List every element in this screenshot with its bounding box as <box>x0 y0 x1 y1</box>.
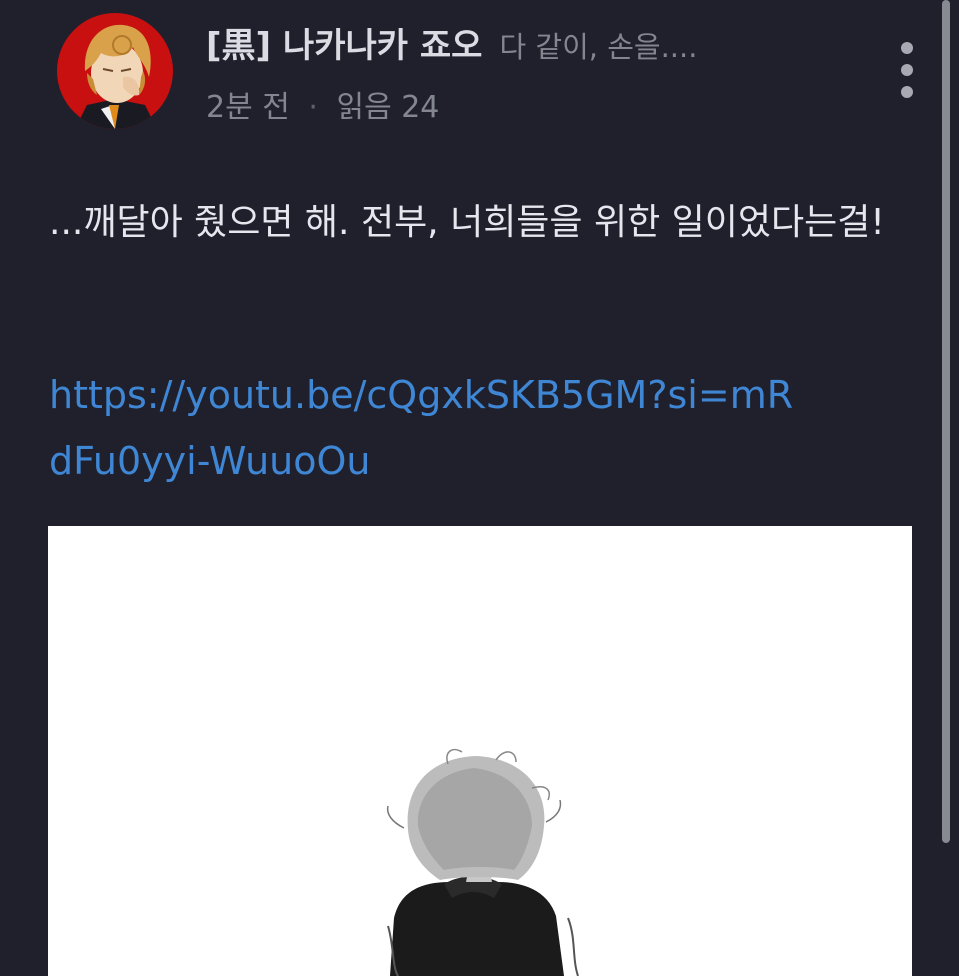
avatar[interactable] <box>57 13 173 129</box>
meta-separator: · <box>308 90 318 125</box>
more-vertical-icon[interactable] <box>892 42 922 98</box>
post-link[interactable]: https://youtu.be/cQgxkSKB5GM?si=mRdFu0yy… <box>49 362 809 494</box>
read-count: 읽음 24 <box>336 90 440 125</box>
post-time: 2분 전 <box>206 90 290 125</box>
post-image[interactable] <box>48 526 912 976</box>
post-preview: 다 같이, 손을.... <box>499 30 698 64</box>
author-name[interactable]: [黒] 나카나카 죠오 <box>206 26 482 66</box>
more-dot <box>901 64 913 76</box>
scrollbar-thumb[interactable] <box>942 0 950 843</box>
post-body: ...깨달아 줬으면 해. 전부, 너희들을 위한 일이었다는걸! <box>49 202 885 243</box>
more-dot <box>901 42 913 54</box>
author-line: [黒] 나카나카 죠오 다 같이, 손을.... <box>206 18 697 67</box>
post-image-illustration <box>48 526 912 976</box>
post-meta: 2분 전 · 읽음 24 <box>206 82 439 126</box>
post-card: [黒] 나카나카 죠오 다 같이, 손을.... 2분 전 · 읽음 24 ..… <box>0 0 959 976</box>
avatar-illustration <box>57 13 173 129</box>
more-dot <box>901 86 913 98</box>
